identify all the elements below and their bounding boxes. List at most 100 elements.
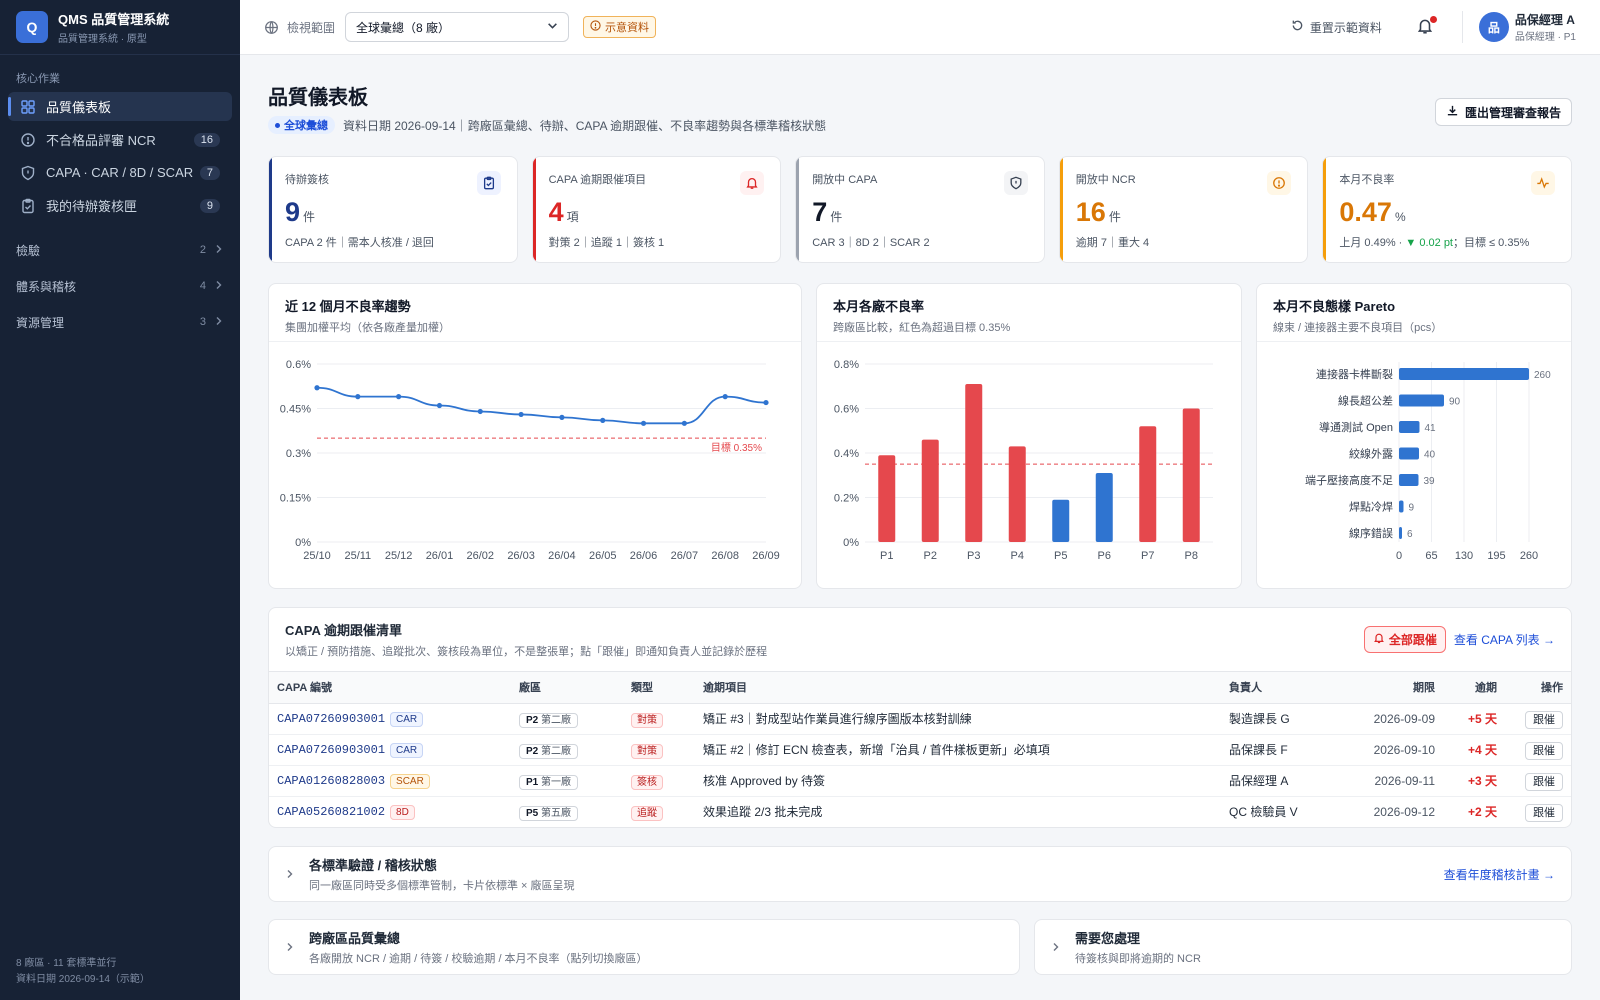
kpi-label: 待辦簽核 [285, 174, 329, 186]
user-menu[interactable]: 品 品保經理 A 品保經理 · P1 [1461, 11, 1576, 43]
sidebar-item-inbox[interactable]: 我的待辦簽核匣 9 [8, 191, 232, 220]
section-title: 各標準驗證 / 稽核狀態 [309, 858, 437, 873]
bell-icon [1416, 19, 1434, 38]
footer-line: 資料日期 2026-09-14（示範） [16, 974, 150, 985]
kpi-value: 7 [812, 197, 828, 227]
sidebar-group-resources[interactable]: 資源管理 3 [0, 304, 240, 340]
y-tick-label: 0.8% [834, 359, 859, 371]
app-logo: Q [16, 11, 48, 43]
x-tick-label: 65 [1425, 550, 1437, 562]
sidebar-item-label: 我的待辦簽核匣 [46, 199, 138, 214]
capa-kind-tag: CAR [390, 712, 424, 727]
y-tick-label: 0% [295, 537, 311, 549]
data-point [722, 394, 728, 400]
sidebar-group-system-audit[interactable]: 體系與稽核 4 [0, 268, 240, 304]
sidebar-group-inspection[interactable]: 檢驗 2 [0, 232, 240, 268]
plant-code: P5 [526, 808, 539, 820]
trend-line-chart: 0% 0.15% 0.3% 0.45% 0.6% 25/10 25/11 25/12 26/01… [280, 359, 780, 562]
dashboard-icon [20, 99, 36, 115]
kpi-unit: 件 [303, 210, 316, 224]
x-tick-label: 26/05 [589, 550, 617, 562]
x-tick-label: 25/10 [303, 550, 331, 562]
x-tick-label: 260 [1520, 550, 1538, 562]
kpi-card-capa-overdue[interactable]: CAPA 逾期跟催項目 4項 對策 2｜追蹤 1｜簽核 1 [531, 156, 782, 263]
view-audit-plan-link[interactable]: 查看年度稽核計畫 → [1444, 866, 1555, 883]
data-point [477, 408, 483, 415]
remind-button[interactable]: 跟催 [1525, 803, 1563, 822]
table-row[interactable]: CAPA05260821002 8D P5 第五廠 追蹤 效果追蹤 2/3 批未完成 QC… [269, 796, 1571, 827]
scope-select[interactable]: 全球彙總（8 廠） [345, 12, 570, 42]
y-tick-label: 0.6% [834, 404, 859, 416]
capa-id-link[interactable]: CAPA05260821002 [277, 805, 385, 819]
remind-button[interactable]: 跟催 [1525, 772, 1563, 791]
capa-id-link[interactable]: CAPA07260903001 [277, 712, 385, 726]
sidebar-item-capa[interactable]: CAPA · CAR / 8D / SCAR 7 [8, 158, 232, 187]
category-label: 導通測試 Open [1319, 420, 1393, 434]
data-point [314, 385, 320, 391]
reset-demo-button[interactable]: 重置示範資料 [1291, 19, 1382, 36]
pareto-bar [1399, 368, 1529, 380]
chart-subtitle: 跨廠區比較，紅色為超過目標 0.35% [833, 322, 1011, 334]
export-report-button[interactable]: 匯出管理審查報告 [1434, 98, 1572, 126]
y-tick-label: 0.45% [280, 404, 311, 416]
remind-all-button[interactable]: 全部跟催 [1363, 626, 1446, 653]
plant-bar [1052, 499, 1070, 542]
value-label: 9 [1409, 503, 1415, 514]
kpi-label: CAPA 逾期跟催項目 [548, 174, 647, 186]
pareto-bar [1399, 421, 1420, 433]
sidebar-item-dashboard[interactable]: 品質儀表板 [8, 92, 232, 121]
pareto-bar [1399, 500, 1404, 513]
notifications-button[interactable] [1416, 16, 1437, 38]
x-tick-label: P2 [924, 550, 937, 562]
info-icon [590, 20, 601, 34]
view-capa-list-link[interactable]: 查看 CAPA 列表 → [1454, 631, 1555, 648]
kpi-card-open-capa[interactable]: 開放中 CAPA 7件 CAR 3｜8D 2｜SCAR 2 [795, 156, 1045, 263]
capa-id-link[interactable]: CAPA01260828003 [277, 774, 385, 788]
plant-tag: P2 第二廠 [519, 744, 579, 759]
due-date: 2026-09-11 [1339, 765, 1443, 797]
capa-id-link[interactable]: CAPA07260903001 [277, 743, 385, 757]
kpi-sub-prev: 上月 0.49% · [1339, 237, 1403, 249]
data-point [640, 420, 647, 426]
remind-button[interactable]: 跟催 [1525, 710, 1563, 729]
data-point [600, 417, 606, 423]
table-row[interactable]: CAPA07260903001 CAR P2 第二廠 對策 矯正 #3｜對成型站作業員進… [269, 703, 1571, 735]
due-date: 2026-09-09 [1339, 703, 1443, 735]
nav-count-badge: 16 [193, 132, 220, 147]
data-point [681, 420, 687, 426]
kpi-sub-delta: ▼ 0.02 pt [1405, 237, 1453, 249]
remind-button[interactable]: 跟催 [1525, 741, 1563, 760]
sidebar: Q QMS 品質管理系統 品質管理系統 · 原型 核心作業 品質儀表板 不合格品… [0, 0, 240, 1000]
table-row[interactable]: CAPA01260828003 SCAR P1 第一廠 簽核 核准 Approved b… [269, 765, 1571, 797]
x-tick-label: P1 [880, 550, 893, 562]
overdue-days: +4 天 [1443, 734, 1505, 766]
nav-section-label: 核心作業 [16, 73, 60, 85]
overdue-item: 核准 Approved by 待簽 [695, 765, 1221, 797]
sidebar-item-label: CAPA · CAR / 8D / SCAR [46, 165, 194, 180]
audit-status-section[interactable]: 各標準驗證 / 稽核狀態 同一廠區同時受多個標準管制，卡片依標準 × 廠區呈現 … [268, 846, 1572, 902]
kpi-card-defect-rate[interactable]: 本月不良率 0.47% 上月 0.49% · ▼ 0.02 pt；目標 ≤ 0.… [1322, 156, 1572, 263]
kpi-value: 16 [1075, 197, 1106, 227]
my-todo-section[interactable]: 需要您處理 待簽核與即將逾期的 NCR [1034, 919, 1572, 975]
owner: 製造課長 G [1221, 703, 1339, 735]
app-title: QMS 品質管理系統 [58, 12, 170, 27]
cross-plant-section[interactable]: 跨廠區品質彙總 各廠開放 NCR / 逾期 / 待簽 / 校驗逾期 / 本月不良… [268, 919, 1020, 975]
kpi-sub: 逾期 7｜重大 4 [1075, 237, 1150, 249]
plant-bar [1008, 446, 1026, 542]
capa-overdue-card: CAPA 逾期跟催清單 以矯正 / 預防措施、追蹤批次、簽核段為單位，不是整張單… [268, 607, 1572, 828]
kpi-card-open-ncr[interactable]: 開放中 NCR 16 件 逾期 7｜重大 4 [1058, 156, 1309, 263]
sidebar-group-label: 體系與稽核 [16, 279, 77, 294]
x-tick-label: 130 [1455, 550, 1473, 562]
plant-bar [1095, 473, 1113, 542]
kpi-card-pending-approval[interactable]: 待辦簽核 9件 CAPA 2 件｜需本人核准 / 退回 [268, 156, 518, 263]
x-tick-label: 26/04 [548, 550, 576, 562]
section-subtitle: 各廠開放 NCR / 逾期 / 待簽 / 校驗逾期 / 本月不良率（點列切換廠區… [309, 953, 648, 965]
alert-circle-icon [1267, 171, 1292, 195]
bell-icon [1373, 632, 1385, 647]
pareto-bar [1399, 394, 1444, 407]
sidebar-item-ncr[interactable]: 不合格品評審 NCR 16 [8, 125, 232, 154]
overdue-days: +5 天 [1443, 703, 1505, 735]
plant-chart-card: 本月各廠不良率 跨廠區比較，紅色為超過目標 0.35% 0% 0.2% 0.4% 0.6… [816, 283, 1242, 589]
remind-all-label: 全部跟催 [1388, 633, 1437, 647]
table-row[interactable]: CAPA07260903001 CAR P2 第二廠 對策 矯正 #2｜修訂 ECN 檢… [269, 734, 1571, 766]
